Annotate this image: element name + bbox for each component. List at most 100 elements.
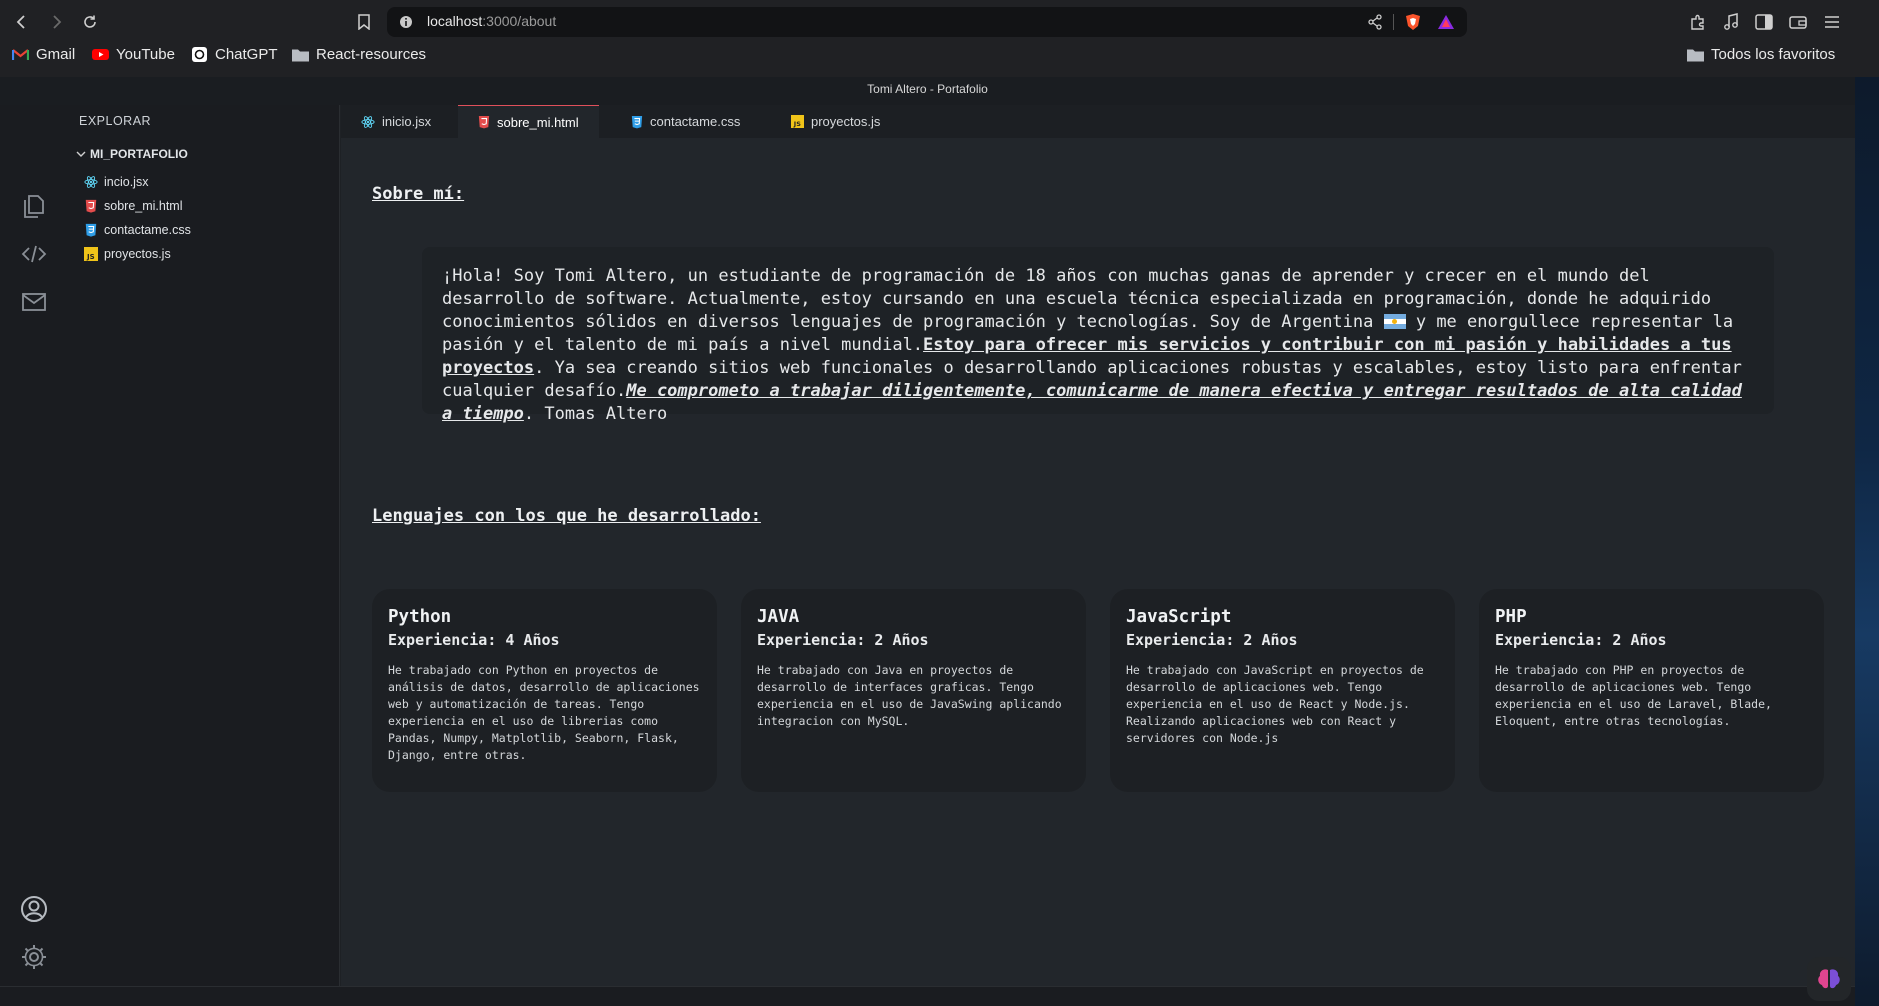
language-card-php: PHP Experiencia: 2 Años He trabajado con… bbox=[1479, 589, 1824, 792]
sidebar-file-proyectos[interactable]: JS proyectos.js bbox=[84, 247, 171, 261]
arrow-left-icon bbox=[16, 15, 25, 29]
extensions-button[interactable] bbox=[1686, 10, 1710, 34]
url-text: localhost:3000/about bbox=[427, 13, 556, 29]
files-icon[interactable] bbox=[20, 192, 48, 220]
css-icon bbox=[85, 223, 97, 237]
svg-text:JS: JS bbox=[793, 120, 801, 128]
language-experience: Experiencia: 2 Años bbox=[757, 631, 929, 649]
about-signature: . Tomas Altero bbox=[523, 404, 668, 424]
portfolio-window: Tomi Altero - Portafolio EXPLORAR MI_POR… bbox=[0, 77, 1855, 1006]
url-path: :3000/about bbox=[482, 13, 557, 29]
wallet-icon bbox=[1789, 16, 1807, 29]
react-icon bbox=[361, 115, 375, 128]
bookmark-label: Todos los favoritos bbox=[1711, 46, 1836, 63]
language-name: PHP bbox=[1495, 607, 1527, 627]
file-label: incio.jsx bbox=[104, 175, 149, 189]
sidebar-file-sobre-mi[interactable]: sobre_mi.html bbox=[84, 199, 183, 213]
file-label: proyectos.js bbox=[104, 247, 171, 261]
language-card-javascript: JavaScript Experiencia: 2 Años He trabaj… bbox=[1110, 589, 1455, 792]
folder-icon bbox=[1687, 49, 1704, 62]
settings-gear-icon[interactable] bbox=[20, 943, 48, 971]
forward-button[interactable] bbox=[44, 10, 68, 34]
music-note-icon bbox=[1724, 13, 1738, 30]
code-icon[interactable] bbox=[20, 240, 48, 268]
chevron-down-icon bbox=[76, 151, 86, 157]
folder-icon bbox=[292, 49, 309, 62]
language-experience: Experiencia: 2 Años bbox=[1126, 631, 1298, 649]
wallet-button[interactable] bbox=[1786, 10, 1810, 34]
language-name: Python bbox=[388, 607, 452, 627]
html-icon bbox=[478, 116, 490, 129]
bookmark-label: YouTube bbox=[116, 46, 175, 63]
tab-proyectos[interactable]: JS proyectos.js bbox=[771, 105, 900, 138]
react-icon bbox=[84, 176, 98, 188]
languages-heading: Lenguajes con los que he desarrollado: bbox=[372, 506, 761, 526]
site-info-icon bbox=[400, 16, 412, 28]
page-content: Sobre mí: ¡Hola! Soy Tomi Altero, un est… bbox=[341, 138, 1855, 1006]
bookmark-youtube[interactable]: YouTube bbox=[92, 46, 175, 63]
bookmark-all-favorites[interactable]: Todos los favoritos bbox=[1687, 46, 1835, 63]
tab-label: sobre_mi.html bbox=[497, 114, 579, 130]
bookmarks-bar: Gmail YouTube ChatGPT React-resources To… bbox=[0, 44, 1879, 68]
browser-toolbar: localhost:3000/about Gmail YouTube ChatG… bbox=[0, 0, 1879, 77]
language-description: He trabajado con Java en proyectos de de… bbox=[757, 663, 1062, 728]
reload-icon bbox=[84, 15, 96, 28]
file-label: contactame.css bbox=[104, 223, 191, 237]
tab-inicio[interactable]: inicio.jsx bbox=[341, 105, 451, 138]
language-name: JAVA bbox=[757, 607, 800, 627]
brain-icon bbox=[1818, 969, 1840, 989]
back-button[interactable] bbox=[10, 10, 34, 34]
chatgpt-icon bbox=[192, 47, 207, 62]
sidebar-toggle-button[interactable] bbox=[1752, 10, 1776, 34]
tab-label: contactame.css bbox=[650, 114, 741, 129]
address-bar[interactable]: localhost:3000/about bbox=[387, 7, 1467, 37]
language-card-java: JAVA Experiencia: 2 Años He trabajado co… bbox=[741, 589, 1086, 792]
brave-shield-icon[interactable] bbox=[1405, 13, 1421, 31]
language-description: He trabajado con PHP en proyectos de des… bbox=[1495, 663, 1772, 728]
media-button[interactable] bbox=[1719, 10, 1743, 34]
desktop-background bbox=[1855, 77, 1879, 1006]
bookmark-label: Gmail bbox=[36, 46, 76, 63]
js-icon: JS bbox=[791, 115, 804, 128]
sidebar-icon bbox=[1755, 14, 1773, 30]
window-title: Tomi Altero - Portafolio bbox=[0, 77, 1855, 105]
js-icon: JS bbox=[84, 247, 98, 261]
language-description: He trabajado con JavaScript en proyectos… bbox=[1126, 663, 1424, 745]
share-icon[interactable] bbox=[1367, 14, 1383, 30]
sidebar-file-contactame[interactable]: contactame.css bbox=[84, 223, 191, 237]
account-icon[interactable] bbox=[20, 895, 48, 923]
brave-rewards-icon[interactable] bbox=[1437, 14, 1455, 30]
svg-text:JS: JS bbox=[86, 253, 95, 261]
url-host: localhost bbox=[427, 13, 483, 29]
reload-button[interactable] bbox=[78, 10, 102, 34]
explorer-sidebar: EXPLORAR MI_PORTAFOLIO incio.jsx sobre_m… bbox=[66, 105, 340, 1006]
sidebar-file-incio[interactable]: incio.jsx bbox=[84, 175, 148, 189]
gmail-icon bbox=[12, 49, 29, 60]
assistant-button[interactable] bbox=[1807, 957, 1851, 1001]
language-name: JavaScript bbox=[1126, 607, 1232, 627]
bookmark-gmail[interactable]: Gmail bbox=[12, 46, 75, 63]
argentina-flag-icon bbox=[1383, 314, 1406, 329]
language-experience: Experiencia: 2 Años bbox=[1495, 631, 1667, 649]
bookmark-icon bbox=[358, 14, 370, 30]
explorer-title: EXPLORAR bbox=[79, 114, 152, 128]
tab-bar: inicio.jsx sobre_mi.html contactame.css … bbox=[341, 105, 1855, 138]
language-card-python: Python Experiencia: 4 Años He trabajado … bbox=[372, 589, 717, 792]
bookmark-react-resources[interactable]: React-resources bbox=[292, 46, 426, 63]
menu-button[interactable] bbox=[1820, 10, 1844, 34]
tab-label: proyectos.js bbox=[811, 114, 881, 129]
bookmark-button[interactable] bbox=[352, 10, 376, 34]
folder-mi-portafolio[interactable]: MI_PORTAFOLIO bbox=[76, 147, 188, 161]
puzzle-icon bbox=[1691, 14, 1704, 30]
tab-sobre-mi[interactable]: sobre_mi.html bbox=[458, 105, 599, 138]
about-heading: Sobre mí: bbox=[372, 184, 465, 204]
tab-contactame[interactable]: contactame.css bbox=[611, 105, 760, 138]
css-icon bbox=[631, 115, 643, 128]
file-label: sobre_mi.html bbox=[104, 199, 183, 213]
bookmark-label: React-resources bbox=[316, 46, 427, 63]
bookmark-chatgpt[interactable]: ChatGPT bbox=[191, 46, 278, 63]
activity-bar bbox=[0, 105, 66, 1006]
mail-icon[interactable] bbox=[20, 288, 48, 316]
html-icon bbox=[85, 199, 97, 213]
bookmark-label: ChatGPT bbox=[215, 46, 278, 63]
